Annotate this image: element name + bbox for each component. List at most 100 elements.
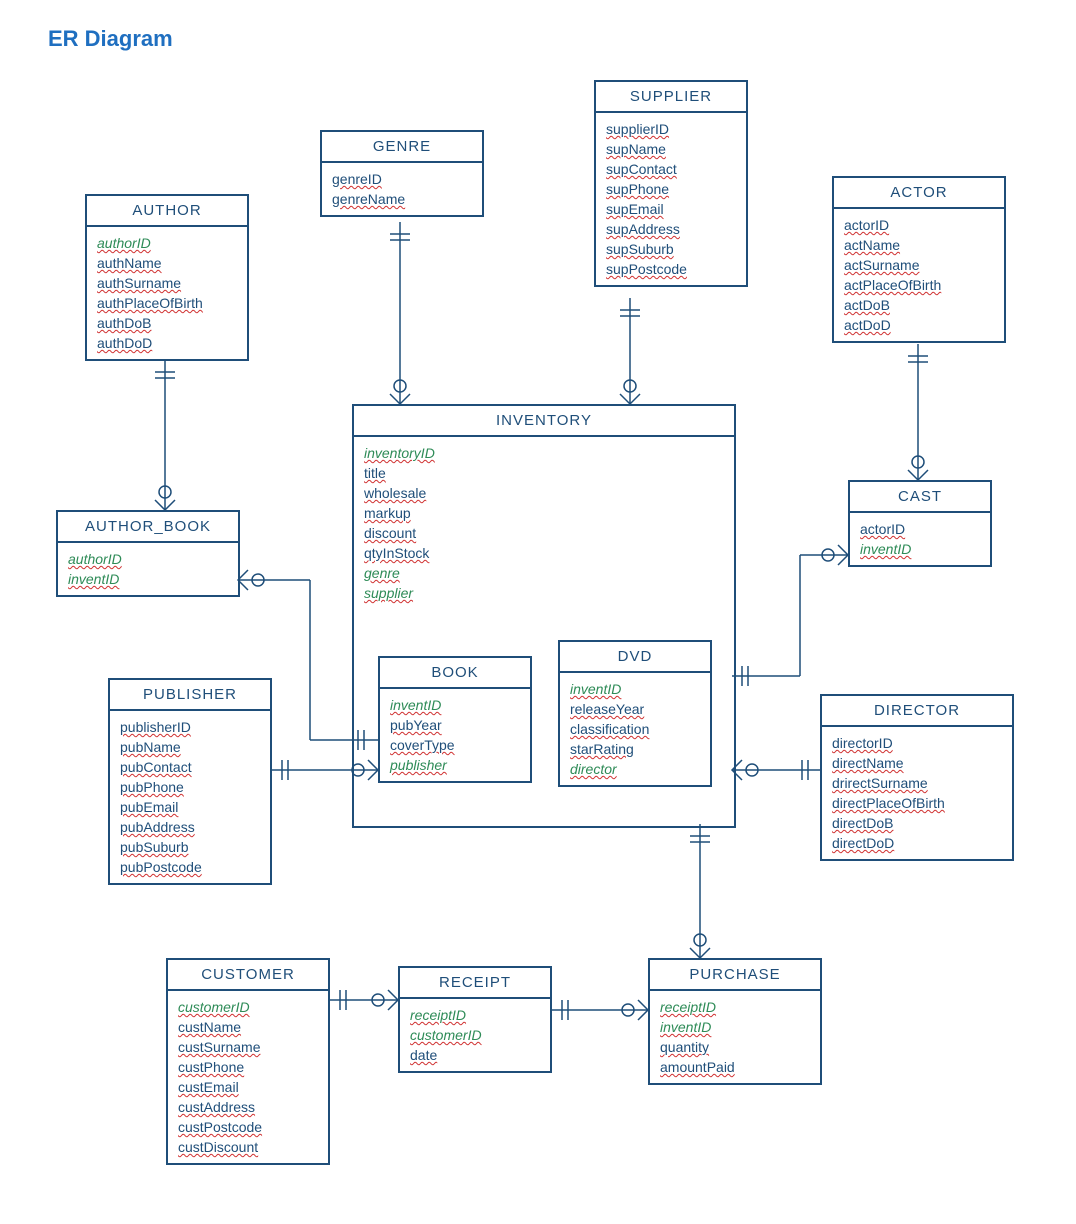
entity-author-book-title: AUTHOR_BOOK [58,512,238,543]
attr-label: classification [570,719,700,739]
attr-label: directorID [832,733,1002,753]
entity-cast: CAST actorIDinventID [848,480,992,567]
attr-label: custAddress [178,1097,318,1117]
attr-label: authorID [68,549,228,569]
attr-label: authDoD [97,333,237,353]
attr-label: directName [832,753,1002,773]
attr-label: markup [364,503,724,523]
entity-inventory-body: inventoryIDtitlewholesalemarkupdiscountq… [354,437,734,603]
entity-dvd: DVD inventIDreleaseYearclassificationsta… [558,640,712,787]
attr-label: actDoB [844,295,994,315]
entity-supplier-title: SUPPLIER [596,82,746,113]
attr-label: pubPhone [120,777,260,797]
attr-label: supPostcode [606,259,736,279]
attr-label: supSuburb [606,239,736,259]
attr-label: discount [364,523,724,543]
attr-label: publisherID [120,717,260,737]
attr-label: pubEmail [120,797,260,817]
attr-label: supAddress [606,219,736,239]
attr-label: receiptID [660,997,810,1017]
attr-label: supPhone [606,179,736,199]
entity-actor: ACTOR actorIDactNameactSurnameactPlaceOf… [832,176,1006,343]
entity-inventory-title: INVENTORY [354,406,734,437]
attr-label: pubYear [390,715,520,735]
entity-publisher-title: PUBLISHER [110,680,270,711]
attr-label: custSurname [178,1037,318,1057]
entity-purchase-body: receiptIDinventIDquantityamountPaid [650,991,820,1083]
attr-label: custEmail [178,1077,318,1097]
attr-label: authSurname [97,273,237,293]
attr-label: receiptID [410,1005,540,1025]
attr-label: directDoD [832,833,1002,853]
attr-label: pubContact [120,757,260,777]
attr-label: supEmail [606,199,736,219]
entity-author-book: AUTHOR_BOOK authorIDinventID [56,510,240,597]
attr-label: inventID [68,569,228,589]
attr-label: supName [606,139,736,159]
entity-genre-body: genreIDgenreName [322,163,482,215]
attr-label: inventID [570,679,700,699]
entity-author: AUTHOR authorIDauthNameauthSurnameauthPl… [85,194,249,361]
attr-label: custPostcode [178,1117,318,1137]
attr-label: starRating [570,739,700,759]
attr-label: supplierID [606,119,736,139]
entity-actor-body: actorIDactNameactSurnameactPlaceOfBirtha… [834,209,1004,341]
attr-label: publisher [390,755,520,775]
attr-label: custName [178,1017,318,1037]
entity-purchase-title: PURCHASE [650,960,820,991]
entity-purchase: PURCHASE receiptIDinventIDquantityamount… [648,958,822,1085]
attr-label: genreName [332,189,472,209]
attr-label: quantity [660,1037,810,1057]
entity-customer-title: CUSTOMER [168,960,328,991]
attr-label: custDiscount [178,1137,318,1157]
attr-label: inventID [390,695,520,715]
attr-label: customerID [178,997,318,1017]
entity-publisher-body: publisherIDpubNamepubContactpubPhonepubE… [110,711,270,883]
entity-actor-title: ACTOR [834,178,1004,209]
entity-book: BOOK inventIDpubYearcoverTypepublisher [378,656,532,783]
page-title: ER Diagram [48,26,173,52]
attr-label: actName [844,235,994,255]
entity-dvd-body: inventIDreleaseYearclassificationstarRat… [560,673,710,785]
attr-label: pubPostcode [120,857,260,877]
entity-customer: CUSTOMER customerIDcustNamecustSurnamecu… [166,958,330,1165]
entity-genre-title: GENRE [322,132,482,163]
entity-receipt-title: RECEIPT [400,968,550,999]
attr-label: authPlaceOfBirth [97,293,237,313]
entity-director: DIRECTOR directorIDdirectNamedrirectSurn… [820,694,1014,861]
attr-label: drirectSurname [832,773,1002,793]
entity-receipt: RECEIPT receiptIDcustomerIDdate [398,966,552,1073]
entity-supplier: SUPPLIER supplierIDsupNamesupContactsupP… [594,80,748,287]
entity-cast-body: actorIDinventID [850,513,990,565]
attr-label: supContact [606,159,736,179]
entity-dvd-title: DVD [560,642,710,673]
entity-author-title: AUTHOR [87,196,247,227]
entity-book-title: BOOK [380,658,530,689]
attr-label: custPhone [178,1057,318,1077]
attr-label: authDoB [97,313,237,333]
attr-label: directPlaceOfBirth [832,793,1002,813]
attr-label: customerID [410,1025,540,1045]
attr-label: authName [97,253,237,273]
attr-label: director [570,759,700,779]
attr-label: inventoryID [364,443,724,463]
attr-label: releaseYear [570,699,700,719]
attr-label: inventID [660,1017,810,1037]
attr-label: directDoB [832,813,1002,833]
attr-label: genreID [332,169,472,189]
entity-receipt-body: receiptIDcustomerIDdate [400,999,550,1071]
attr-label: supplier [364,583,724,603]
attr-label: coverType [390,735,520,755]
attr-label: pubSuburb [120,837,260,857]
attr-label: actorID [860,519,980,539]
entity-publisher: PUBLISHER publisherIDpubNamepubContactpu… [108,678,272,885]
attr-label: actSurname [844,255,994,275]
attr-label: genre [364,563,724,583]
entity-director-body: directorIDdirectNamedrirectSurnamedirect… [822,727,1012,859]
entity-author-body: authorIDauthNameauthSurnameauthPlaceOfBi… [87,227,247,359]
entity-cast-title: CAST [850,482,990,513]
attr-label: amountPaid [660,1057,810,1077]
attr-label: inventID [860,539,980,559]
attr-label: pubAddress [120,817,260,837]
entity-book-body: inventIDpubYearcoverTypepublisher [380,689,530,781]
